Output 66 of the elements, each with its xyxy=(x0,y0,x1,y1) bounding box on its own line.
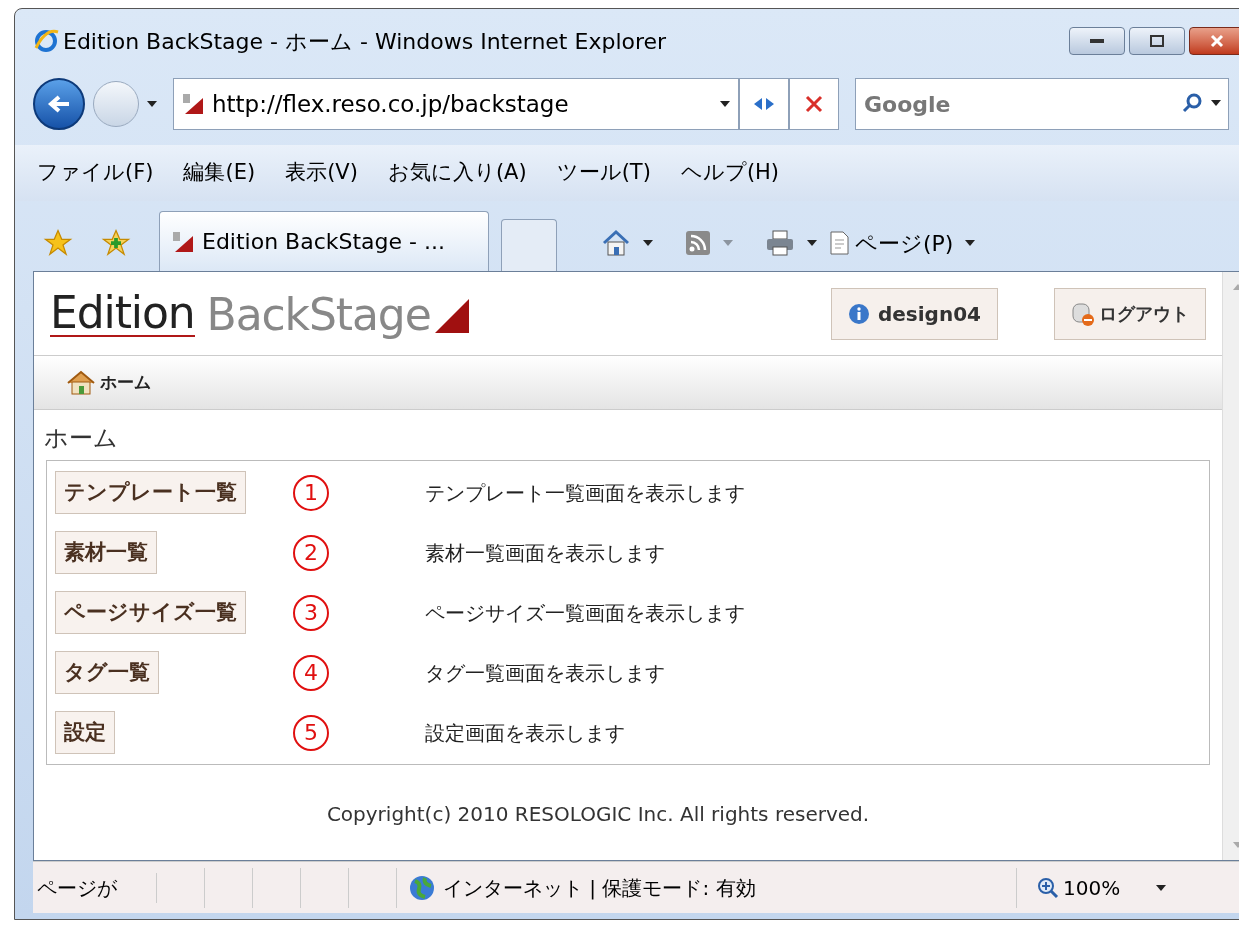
annotation-number: 2 xyxy=(293,534,329,571)
close-icon xyxy=(1210,34,1224,48)
dropdown-arrow-icon[interactable] xyxy=(147,101,157,107)
page-icon xyxy=(829,230,851,256)
house-icon xyxy=(66,369,96,396)
refresh-button[interactable] xyxy=(739,78,789,130)
dropdown-arrow-icon[interactable] xyxy=(643,240,653,246)
site-favicon-icon xyxy=(182,93,204,115)
page-heading: ホーム xyxy=(44,423,119,454)
database-icon xyxy=(1071,300,1095,327)
menu-item[interactable]: 編集(E) xyxy=(183,157,256,189)
close-button[interactable] xyxy=(1189,27,1239,55)
dropdown-arrow-icon[interactable] xyxy=(720,101,730,107)
item-description: タグ一覧画面を表示します xyxy=(425,659,665,687)
browser-tab[interactable]: Edition BackStage - ... xyxy=(159,211,489,271)
menu-item[interactable]: ヘルプ(H) xyxy=(680,157,780,189)
item-description: テンプレート一覧画面を表示します xyxy=(425,479,745,507)
annotation-number: 1 xyxy=(293,474,329,511)
nav-button[interactable]: 素材一覧 xyxy=(55,531,157,574)
info-icon xyxy=(847,302,870,325)
home-icon[interactable] xyxy=(601,229,631,257)
item-description: 素材一覧画面を表示します xyxy=(425,539,665,567)
copyright-text: Copyright(c) 2010 RESOLOGIC Inc. All rights reserved. xyxy=(326,801,870,828)
dropdown-arrow-icon[interactable] xyxy=(807,240,817,246)
site-favicon-icon xyxy=(172,230,194,253)
browser-logo-icon xyxy=(33,28,59,54)
status-text: ページが xyxy=(33,872,157,903)
stop-icon xyxy=(805,95,823,113)
app-logo: Edition BackStage xyxy=(50,290,469,337)
menu-item[interactable]: ファイル(F) xyxy=(37,157,154,189)
breadcrumb-link[interactable]: ホーム xyxy=(100,369,151,396)
annotation-number: 4 xyxy=(293,654,329,691)
printer-icon[interactable] xyxy=(765,229,795,257)
stop-button[interactable] xyxy=(789,78,839,130)
user-button[interactable]: design04 xyxy=(830,287,998,340)
zoom-button[interactable]: 100% xyxy=(1037,872,1167,903)
nav-button[interactable]: ページサイズ一覧 xyxy=(55,591,246,634)
dropdown-arrow-icon[interactable] xyxy=(965,240,976,246)
feed-icon[interactable] xyxy=(685,230,711,256)
left-arrow-icon xyxy=(47,94,71,114)
annotation-number: 3 xyxy=(293,594,329,631)
address-field[interactable]: http://flex.reso.co.jp/backstage xyxy=(173,78,739,130)
menu-item[interactable]: お気に入り(A) xyxy=(387,157,527,189)
dropdown-arrow-icon[interactable] xyxy=(1211,100,1221,106)
security-zone-text: インターネット | 保護モード: 有効 xyxy=(443,874,756,902)
nav-button[interactable]: 設定 xyxy=(55,711,115,754)
nav-button[interactable]: テンプレート一覧 xyxy=(55,471,246,514)
nav-button[interactable]: タグ一覧 xyxy=(55,651,159,694)
search-icon xyxy=(1181,92,1203,114)
search-field[interactable]: Google xyxy=(855,78,1229,130)
annotation-number: 5 xyxy=(293,714,329,751)
globe-icon xyxy=(409,874,435,901)
dropdown-arrow-icon[interactable] xyxy=(1156,884,1167,891)
item-description: ページサイズ一覧画面を表示します xyxy=(425,599,745,627)
back-button[interactable] xyxy=(33,78,85,130)
zoom-in-icon xyxy=(1037,876,1059,899)
item-description: 設定画面を表示します xyxy=(425,719,625,747)
window-title: Edition BackStage - ホーム - Windows Internet Explorer xyxy=(63,27,667,56)
page-menu-button[interactable]: ページ(P) xyxy=(829,226,976,260)
logout-button[interactable]: ログアウト xyxy=(1054,287,1206,340)
star-icon[interactable] xyxy=(43,228,73,258)
maximize-button[interactable] xyxy=(1129,27,1185,55)
menu-item[interactable]: 表示(V) xyxy=(285,157,358,189)
add-star-icon[interactable] xyxy=(101,228,131,258)
minimize-button[interactable] xyxy=(1069,27,1125,55)
menu-item[interactable]: ツール(T) xyxy=(556,157,651,189)
